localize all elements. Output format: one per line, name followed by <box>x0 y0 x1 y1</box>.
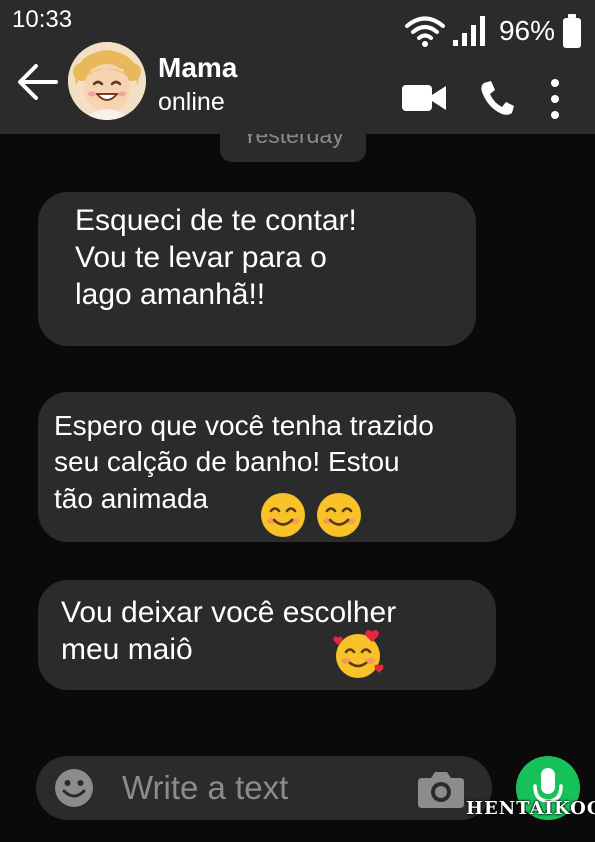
message-text: Espero que você tenha trazido seu calção… <box>54 410 434 514</box>
camera-icon[interactable] <box>418 770 464 808</box>
smiling-face-emoji <box>261 493 305 537</box>
message-input[interactable] <box>122 766 402 810</box>
wifi-icon <box>404 16 445 47</box>
battery-level: 96% <box>498 15 555 46</box>
battery-icon <box>563 14 581 48</box>
signal-icon <box>452 16 485 46</box>
more-options-icon[interactable] <box>548 78 562 120</box>
video-call-icon[interactable] <box>402 82 446 114</box>
status-icons: 96% <box>404 14 581 48</box>
contact-status: online <box>158 88 225 116</box>
message-composer <box>36 756 492 820</box>
contact-name[interactable]: Mama <box>158 52 237 84</box>
message-bubble[interactable]: Vou deixar você escolher meu maiô <box>38 580 496 690</box>
back-arrow-icon[interactable] <box>16 62 58 102</box>
message-text: Esqueci de te contar! Vou te levar para … <box>75 204 357 312</box>
date-separator: Yesterday <box>220 112 366 162</box>
avatar[interactable] <box>68 42 146 120</box>
phone-call-icon[interactable] <box>480 80 514 116</box>
smiling-face-with-hearts-emoji <box>333 630 384 678</box>
message-bubble[interactable]: Esqueci de te contar! Vou te levar para … <box>38 192 476 346</box>
avatar-illustration <box>68 42 146 120</box>
watermark-logo: HENTAIKOGA <box>466 798 595 819</box>
date-separator-label: Yesterday <box>242 122 344 148</box>
emoji-icon[interactable] <box>54 768 94 808</box>
smiling-face-emoji <box>317 493 361 537</box>
message-bubble[interactable]: Espero que você tenha trazido seu calção… <box>38 392 516 542</box>
status-time: 10:33 <box>12 6 73 33</box>
